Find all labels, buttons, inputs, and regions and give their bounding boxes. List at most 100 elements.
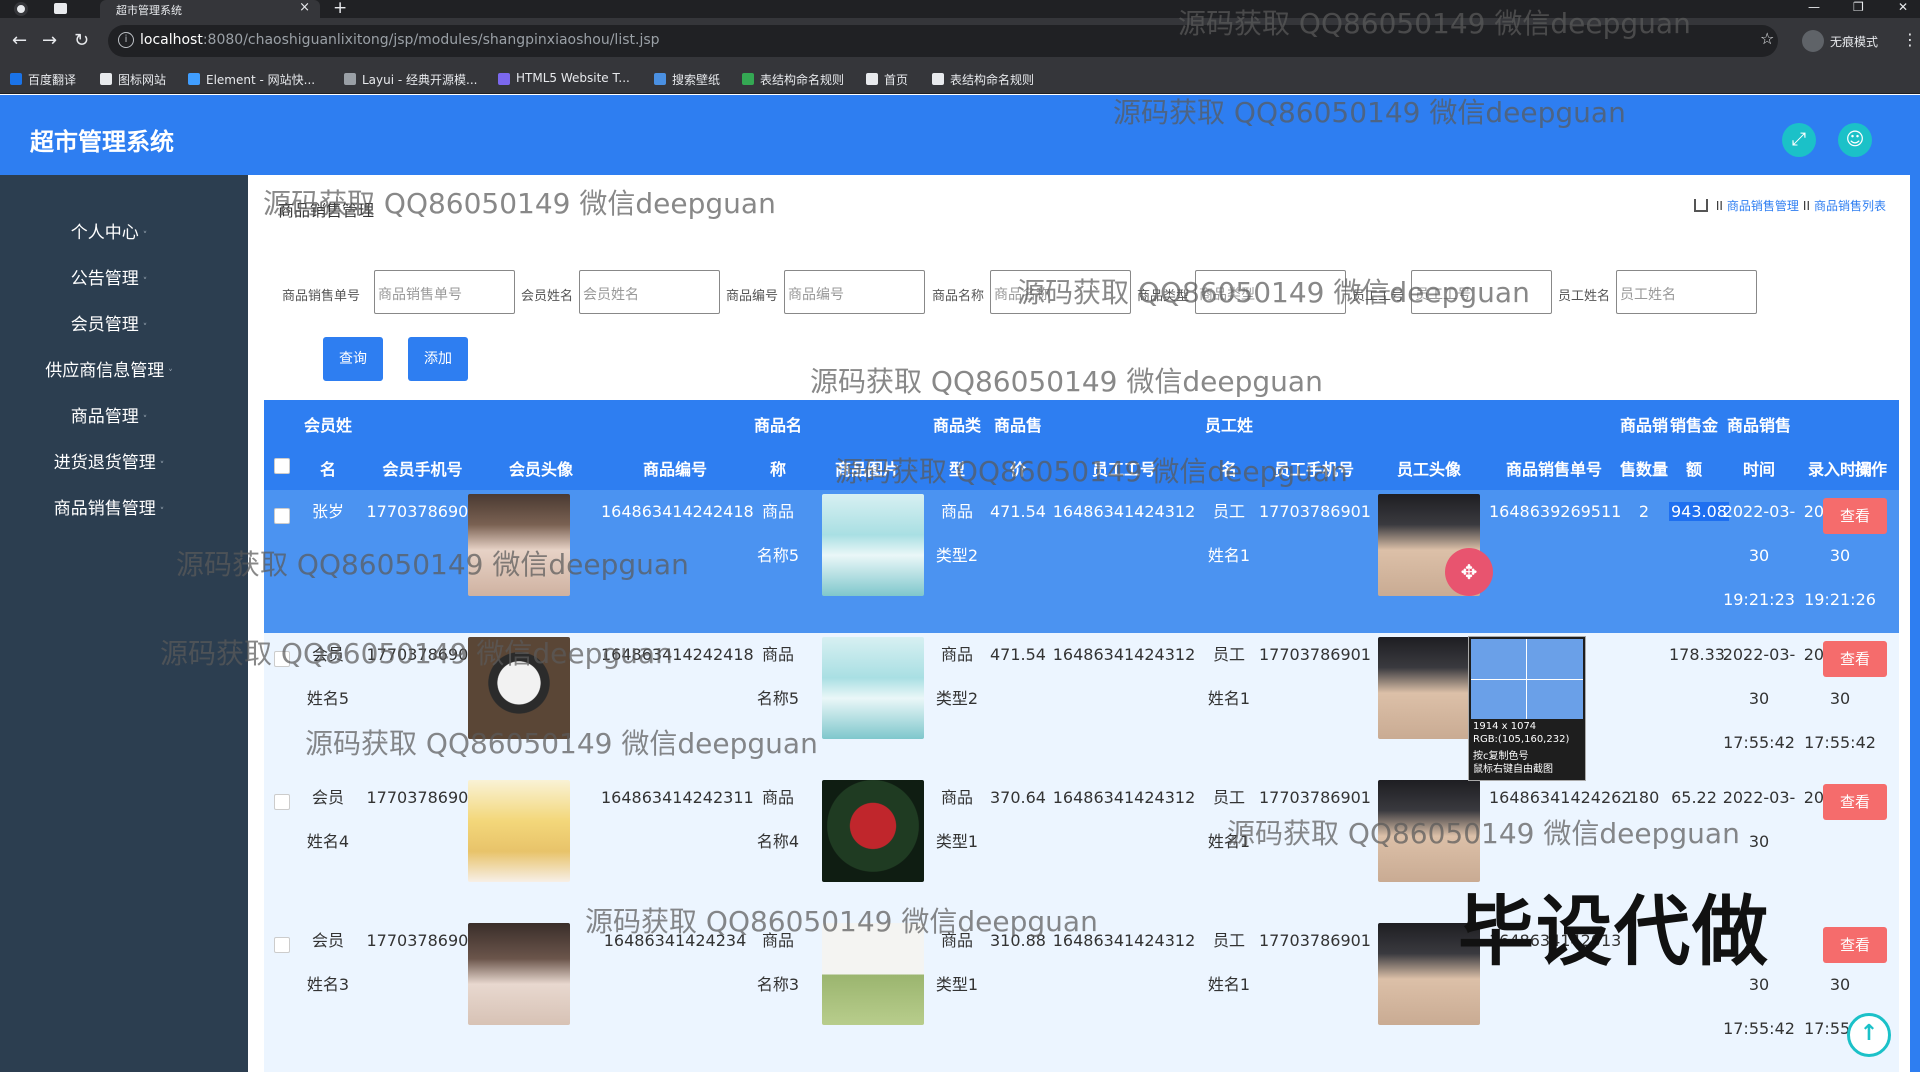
col-staff-phone[interactable]: 员工手机号 <box>1259 456 1369 480</box>
bookmark-star-icon[interactable]: ☆ <box>1760 29 1774 48</box>
goods-name-input[interactable]: 商品名称 <box>990 270 1131 314</box>
member-name-input[interactable]: 会员姓名 <box>579 270 720 314</box>
query-button[interactable]: 查询 <box>323 337 383 381</box>
new-tab-icon[interactable]: + <box>333 0 347 18</box>
sidebar-item-member[interactable]: 会员管理 <box>0 310 218 340</box>
site-info-icon[interactable]: i <box>118 32 134 48</box>
app-title: 超市管理系统 <box>30 128 174 156</box>
user-icon[interactable]: ☺ <box>1838 123 1872 157</box>
view-button[interactable]: 查看 <box>1823 641 1887 677</box>
member-avatar-image[interactable] <box>468 637 570 739</box>
cell-sale-time: 2022-03- <box>1722 645 1796 664</box>
table-row[interactable]: 会员 姓名5 17703786905 164863414242418 商品 名称… <box>264 633 1899 776</box>
goods-type-select[interactable]: 商品类型 <box>1195 270 1346 314</box>
staff-name-input[interactable]: 员工姓名 <box>1616 270 1757 314</box>
select-all-checkbox[interactable] <box>274 458 290 474</box>
url-bar[interactable]: i localhost:8080/chaoshiguanlixitong/jsp… <box>108 25 1778 57</box>
bookmark-item[interactable]: 表结构命名规则 <box>932 71 1034 88</box>
sale-no-input[interactable]: 商品销售单号 <box>374 270 515 314</box>
back-icon[interactable]: ← <box>12 30 27 51</box>
forward-icon[interactable]: → <box>42 30 57 51</box>
breadcrumb-item[interactable]: 商品销售管理 <box>1727 199 1799 213</box>
arrow-up-icon[interactable]: ↑ <box>1847 1013 1891 1057</box>
col-staff-no[interactable]: 员工工号 <box>1049 456 1199 480</box>
incognito-badge[interactable]: 无痕模式 <box>1800 28 1878 54</box>
reload-icon[interactable]: ↻ <box>74 30 89 51</box>
restore-icon[interactable]: ❐ <box>1853 0 1864 14</box>
bookmark-item[interactable]: 搜索壁纸 <box>654 71 720 88</box>
staff-avatar-image[interactable] <box>1378 637 1480 739</box>
col-sale-time[interactable]: 商品销售 <box>1719 412 1799 436</box>
goods-image[interactable] <box>822 637 924 739</box>
goods-image[interactable] <box>822 923 924 1025</box>
breadcrumb-item[interactable]: 商品销售列表 <box>1814 199 1886 213</box>
cell-staff-name-2: 姓名1 <box>1207 689 1251 708</box>
col-qty[interactable]: 商品销 <box>1619 412 1669 436</box>
cell-staff-name-2: 姓名1 <box>1207 832 1251 851</box>
close-tab-icon[interactable]: × <box>299 0 310 15</box>
bookmark-item[interactable]: 图标网站 <box>100 71 166 88</box>
goods-image[interactable] <box>822 494 924 596</box>
view-button[interactable]: 查看 <box>1823 927 1887 963</box>
sidebar-item-supplier[interactable]: 供应商信息管理 <box>0 356 218 386</box>
cell-goods-type: 商品 <box>940 645 973 664</box>
col-sale-no[interactable]: 商品销售单号 <box>1489 456 1619 480</box>
sidebar-item-notice[interactable]: 公告管理 <box>0 264 218 294</box>
col-price[interactable]: 商品售 <box>987 412 1049 436</box>
bookmark-item[interactable]: 百度翻译 <box>10 71 76 88</box>
cell-goods-name-2: 名称4 <box>756 832 800 851</box>
search-label: 员工姓名 <box>1558 289 1611 304</box>
browser-menu-icon[interactable]: ⋮ <box>1902 30 1918 49</box>
close-window-icon[interactable]: ✕ <box>1898 0 1908 14</box>
bookmark-item[interactable]: Layui - 经典开源模... <box>344 71 477 88</box>
cell-sale-time: 2022-03- <box>1722 788 1796 807</box>
sidebar-item-stock[interactable]: 进货退货管理 <box>0 448 218 478</box>
home-icon[interactable] <box>1693 199 1708 212</box>
row-checkbox[interactable] <box>274 651 290 667</box>
row-checkbox[interactable] <box>274 508 290 524</box>
col-goods-no[interactable]: 商品编号 <box>601 456 749 480</box>
cell-member-name: 会员 <box>311 931 344 950</box>
col-amount[interactable]: 销售金 <box>1669 412 1719 436</box>
browser-tab[interactable]: 超市管理系统 × <box>100 0 320 18</box>
url-host: localhost <box>140 32 203 48</box>
cell-staff-name: 员工 <box>1212 502 1245 521</box>
page-title: 商品销售管理 <box>278 201 375 220</box>
bookmark-item[interactable]: 首页 <box>866 71 908 88</box>
row-checkbox[interactable] <box>274 794 290 810</box>
view-button[interactable]: 查看 <box>1823 498 1887 534</box>
goods-no-input[interactable]: 商品编号 <box>784 270 925 314</box>
col-staff-name[interactable]: 员工姓 <box>1199 412 1259 436</box>
col-member-phone[interactable]: 会员手机号 <box>364 456 481 480</box>
sidebar: 个人中心 公告管理 会员管理 供应商信息管理 商品管理 进货退货管理 商品销售管… <box>0 175 248 1072</box>
cell-goods-type-2: 类型2 <box>935 546 979 565</box>
row-checkbox[interactable] <box>274 937 290 953</box>
cell-staff-phone: 17703786901 <box>1259 502 1371 521</box>
member-avatar-image[interactable] <box>468 923 570 1025</box>
member-avatar-image[interactable] <box>468 780 570 882</box>
minimize-icon[interactable]: — <box>1808 0 1820 14</box>
col-member-name[interactable]: 会员姓 <box>292 412 364 436</box>
page-scrollbar[interactable] <box>1910 95 1920 1072</box>
goods-image[interactable] <box>822 780 924 882</box>
table-row[interactable]: 张岁 17703786901 164863414242418 商品 名称5 商品… <box>264 490 1899 633</box>
tab-search-icon[interactable] <box>54 3 67 14</box>
fullscreen-icon[interactable]: ⤢ <box>1782 123 1816 157</box>
bookmark-item[interactable]: Element - 网站快... <box>188 71 315 88</box>
sidebar-item-goods[interactable]: 商品管理 <box>0 402 218 432</box>
staff-avatar-image[interactable] <box>1378 780 1480 882</box>
add-button[interactable]: 添加 <box>408 337 468 381</box>
search-label: 会员姓名 <box>521 289 574 304</box>
sidebar-item-sales[interactable]: 商品销售管理 <box>0 494 218 524</box>
cell-staff-no: 16486341424312 <box>1052 931 1196 950</box>
sidebar-item-profile[interactable]: 个人中心 <box>0 218 218 248</box>
cell-sale-time-3: 19:21:23 <box>1723 590 1795 609</box>
bookmark-item[interactable]: HTML5 Website T... <box>498 71 630 85</box>
bookmark-item[interactable]: 表结构命名规则 <box>742 71 844 88</box>
view-button[interactable]: 查看 <box>1823 784 1887 820</box>
col-goods-name[interactable]: 商品名 <box>749 412 807 436</box>
col-amount-2: 额 <box>1685 460 1702 479</box>
member-avatar-image[interactable] <box>468 494 570 596</box>
staff-no-input[interactable]: 员工工号 <box>1411 270 1552 314</box>
col-goods-type[interactable]: 商品类 <box>927 412 987 436</box>
